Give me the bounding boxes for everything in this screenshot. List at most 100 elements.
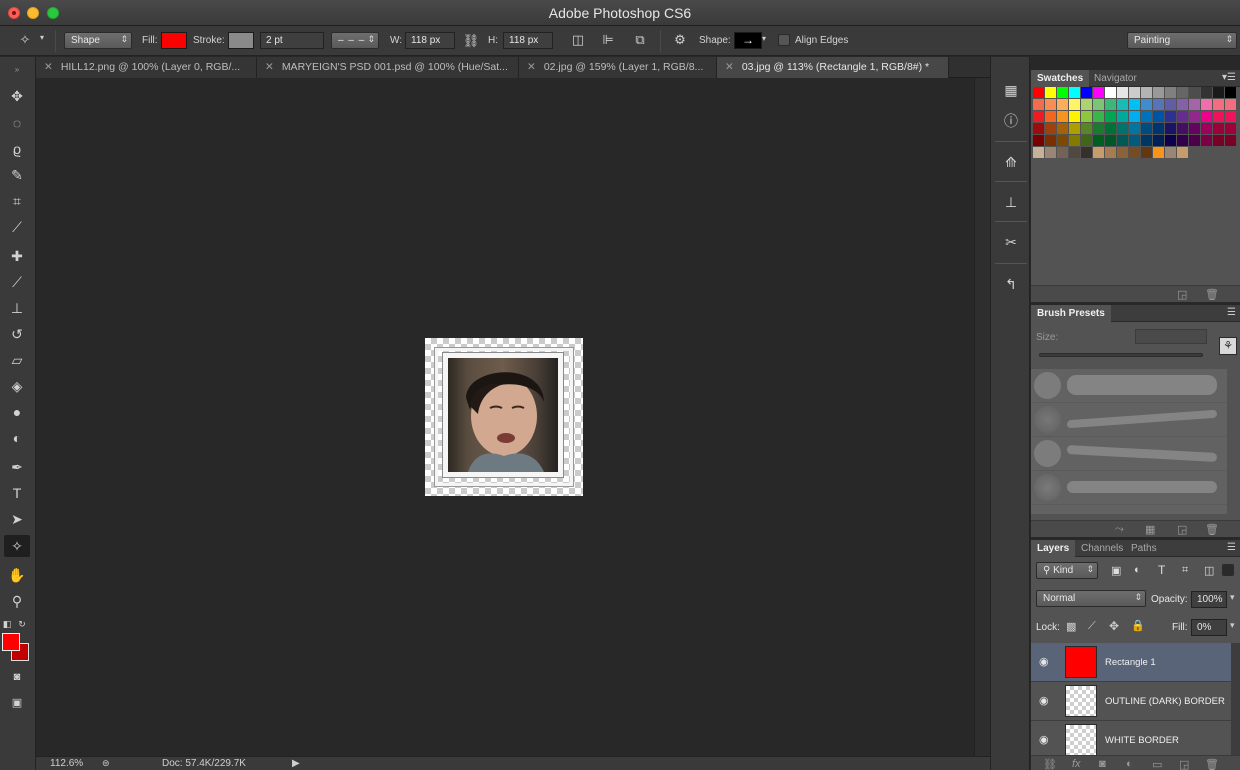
color-swatch[interactable]: [1081, 135, 1092, 146]
color-swatch[interactable]: [1177, 99, 1188, 110]
color-swatch[interactable]: [1105, 135, 1116, 146]
color-swatch[interactable]: [1153, 87, 1164, 98]
color-swatch[interactable]: [1105, 111, 1116, 122]
panel-collapse-icon[interactable]: »: [4, 59, 30, 81]
color-swatch[interactable]: [1081, 123, 1092, 134]
type-filter-icon[interactable]: T: [1158, 563, 1165, 577]
foreground-color-swatch[interactable]: [2, 633, 20, 651]
smart-object-filter-icon[interactable]: ◫: [1204, 564, 1214, 577]
color-swatch[interactable]: [1033, 111, 1044, 122]
layer-thumbnail[interactable]: [1065, 685, 1097, 717]
swap-colors-icon[interactable]: ↻: [16, 613, 28, 635]
close-icon[interactable]: ✕: [725, 61, 734, 73]
layer-row[interactable]: ◉ WHITE BORDER: [1031, 721, 1231, 755]
link-icon[interactable]: ⛓: [462, 33, 480, 49]
color-swatch[interactable]: [1069, 135, 1080, 146]
color-swatch[interactable]: [1045, 135, 1056, 146]
new-layer-icon[interactable]: ◲: [1179, 758, 1189, 770]
eye-icon[interactable]: ◉: [1039, 694, 1049, 707]
color-swatch[interactable]: [1201, 111, 1212, 122]
color-swatch[interactable]: [1141, 147, 1152, 158]
tab-maryeign-psd[interactable]: ✕ MARYEIGN'S PSD 001.psd @ 100% (Hue/Sat.…: [257, 57, 519, 78]
pixel-filter-icon[interactable]: ▣: [1111, 564, 1121, 577]
color-swatch[interactable]: [1045, 123, 1056, 134]
color-swatch[interactable]: [1129, 87, 1140, 98]
history-brush-tool-icon[interactable]: ↺: [4, 323, 30, 345]
close-icon[interactable]: ✕: [265, 61, 274, 73]
width-field[interactable]: 118 px: [405, 32, 455, 49]
zoom-level[interactable]: 112.6%: [50, 758, 83, 769]
color-swatch[interactable]: [1057, 135, 1068, 146]
workspace-dropdown[interactable]: Painting: [1127, 32, 1237, 49]
opacity-field[interactable]: 100%: [1191, 591, 1227, 608]
brush-list[interactable]: [1031, 369, 1227, 514]
fill-dropdown-icon[interactable]: ▾: [1230, 620, 1235, 631]
color-swatch[interactable]: [1069, 99, 1080, 110]
layer-thumbnail[interactable]: [1065, 724, 1097, 755]
color-swatch[interactable]: [1093, 147, 1104, 158]
type-tool-icon[interactable]: T: [4, 482, 30, 504]
align-edges-checkbox[interactable]: [778, 34, 790, 46]
color-swatch[interactable]: [1201, 87, 1212, 98]
filter-toggle[interactable]: [1222, 564, 1234, 576]
adjustment-layer-icon[interactable]: ◐: [1126, 758, 1133, 770]
color-swatch[interactable]: [1213, 99, 1224, 110]
dodge-tool-icon[interactable]: ◐: [4, 427, 30, 449]
color-swatch[interactable]: [1213, 111, 1224, 122]
shape-picker-dropdown-icon[interactable]: ▾: [762, 34, 766, 43]
color-swatch[interactable]: [1117, 111, 1128, 122]
color-swatch[interactable]: [1165, 111, 1176, 122]
color-swatch[interactable]: [1189, 87, 1200, 98]
size-field[interactable]: [1135, 329, 1207, 344]
color-swatch[interactable]: [1213, 87, 1224, 98]
color-swatch[interactable]: [1129, 123, 1140, 134]
panel-menu-icon[interactable]: ☰: [1227, 542, 1236, 553]
layer-thumbnail[interactable]: [1065, 646, 1097, 678]
color-swatch[interactable]: [1117, 87, 1128, 98]
color-swatch[interactable]: [1189, 111, 1200, 122]
tool-presets-icon[interactable]: ✂: [1000, 231, 1022, 253]
path-operations-icon[interactable]: ◫: [568, 32, 588, 48]
hand-tool-icon[interactable]: ✋: [4, 564, 30, 586]
path-selection-tool-icon[interactable]: ➤: [4, 508, 30, 530]
fill-field[interactable]: 0%: [1191, 619, 1227, 636]
color-swatch[interactable]: [1033, 147, 1044, 158]
custom-shape-tool-icon[interactable]: ✧: [14, 32, 36, 48]
crop-tool-icon[interactable]: ⌗: [4, 190, 30, 212]
stroke-width-field[interactable]: 2 pt: [260, 32, 324, 49]
blur-tool-icon[interactable]: ●: [4, 401, 30, 423]
color-swatch[interactable]: [1225, 87, 1236, 98]
color-swatch[interactable]: [1165, 123, 1176, 134]
close-icon[interactable]: ✕: [44, 61, 53, 73]
layer-mask-icon[interactable]: ◙: [1099, 758, 1106, 770]
vertical-scrollbar[interactable]: [974, 78, 990, 756]
stroke-type-dropdown[interactable]: – – –: [331, 32, 379, 49]
color-swatch[interactable]: [1129, 135, 1140, 146]
link-layers-icon[interactable]: ⛓: [1043, 758, 1057, 770]
color-swatch[interactable]: [1165, 147, 1176, 158]
color-swatch[interactable]: [1081, 99, 1092, 110]
eye-icon[interactable]: ◉: [1039, 733, 1049, 746]
marquee-tool-icon[interactable]: ◌: [4, 112, 30, 134]
paint-bucket-tool-icon[interactable]: ◈: [4, 375, 30, 397]
default-colors-icon[interactable]: ◧: [1, 613, 13, 635]
toggle-brush-panel-icon[interactable]: ⚘: [1219, 337, 1237, 355]
color-swatch[interactable]: [1141, 87, 1152, 98]
clone-source-icon[interactable]: ⊥: [1000, 191, 1022, 213]
color-swatch[interactable]: [1081, 87, 1092, 98]
color-swatch[interactable]: [1165, 87, 1176, 98]
color-swatch[interactable]: [1117, 147, 1128, 158]
color-swatch[interactable]: [1153, 123, 1164, 134]
color-swatch[interactable]: [1057, 123, 1068, 134]
color-swatch[interactable]: [1057, 99, 1068, 110]
toggle-preview-icon[interactable]: ⤳: [1115, 523, 1124, 536]
color-swatch[interactable]: [1225, 111, 1236, 122]
color-swatch[interactable]: [1189, 99, 1200, 110]
tab-03-jpg[interactable]: ✕ 03.jpg @ 113% (Rectangle 1, RGB/8#) *: [717, 57, 949, 78]
filter-kind-dropdown[interactable]: ⚲ Kind: [1036, 562, 1098, 579]
panel-menu-icon[interactable]: ▾☰: [1222, 72, 1236, 83]
trash-icon[interactable]: 🗑: [1205, 758, 1219, 770]
brush-icon[interactable]: ⟰: [1000, 151, 1022, 173]
new-swatch-icon[interactable]: ◲: [1177, 288, 1187, 301]
stroke-color-swatch[interactable]: [228, 32, 254, 49]
